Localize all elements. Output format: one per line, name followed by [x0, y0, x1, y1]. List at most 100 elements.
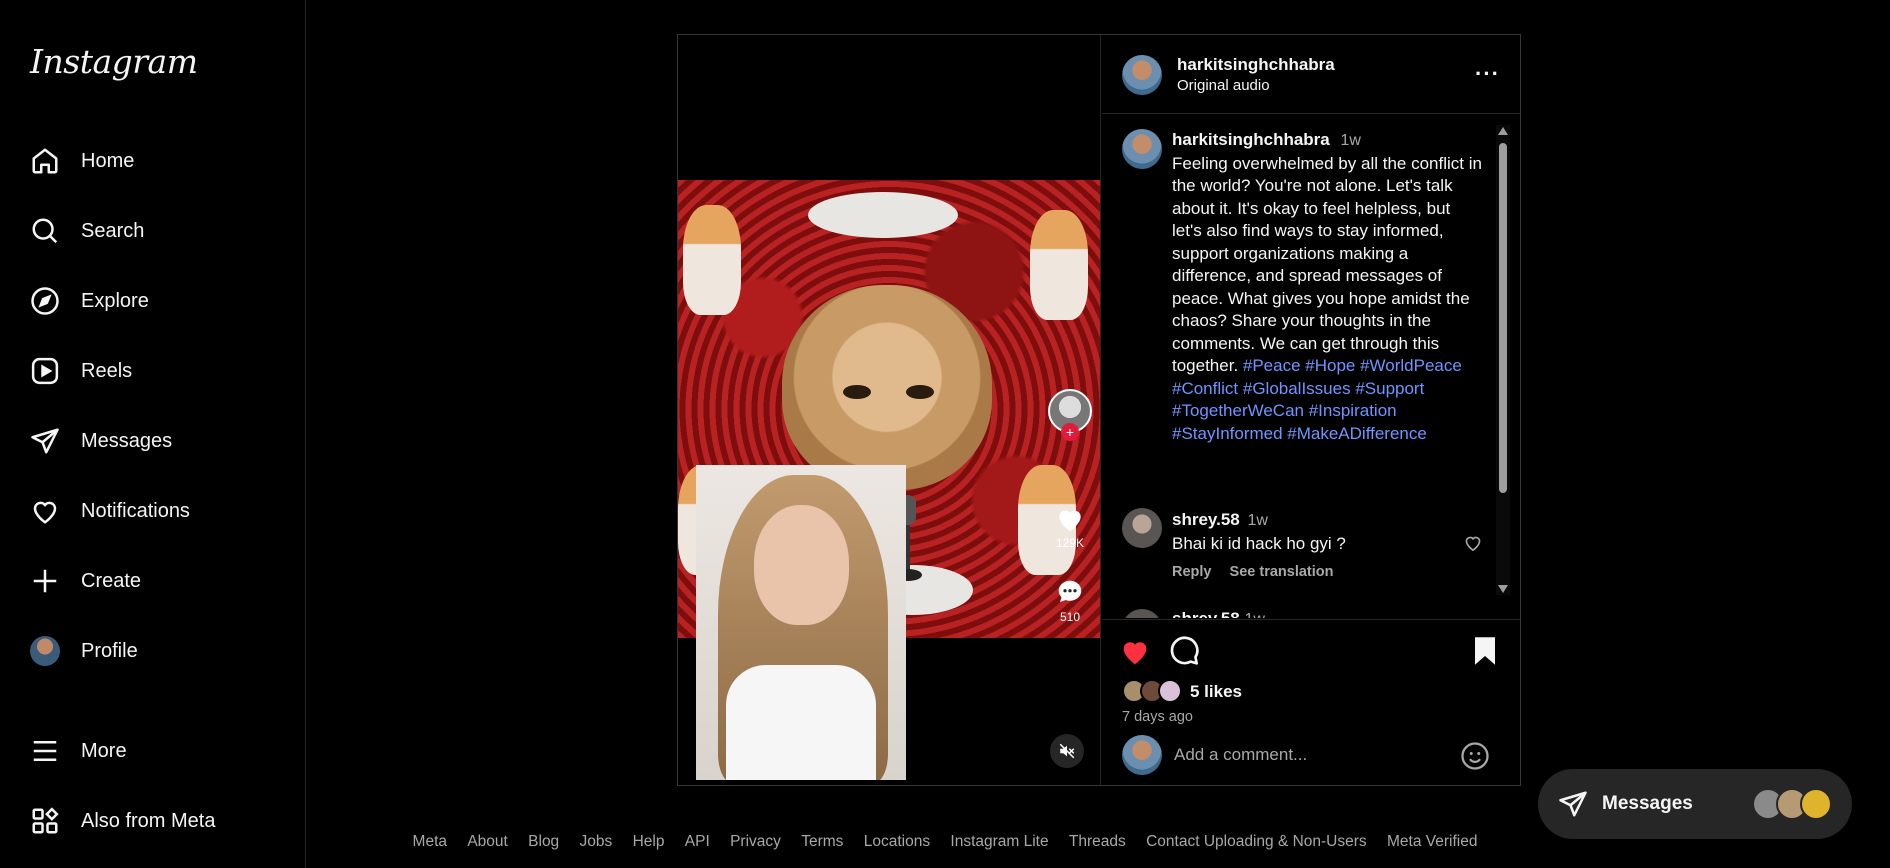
author-username[interactable]: harkitsinghchhabra	[1177, 55, 1335, 75]
sidebar-item-label: Create	[81, 569, 142, 592]
sidebar-item-profile[interactable]: Profile	[28, 626, 288, 676]
compass-icon	[28, 284, 62, 318]
comment-username[interactable]: shrey.58	[1172, 510, 1240, 529]
audio-label[interactable]: Original audio	[1177, 77, 1270, 94]
comment-like-icon[interactable]	[1463, 533, 1483, 551]
post-header: harkitsinghchhabra Original audio ···	[1102, 35, 1520, 114]
scroll-down-icon[interactable]	[1498, 585, 1508, 593]
message-avatars	[1752, 788, 1832, 820]
comment-bubble-icon	[1058, 580, 1082, 602]
comment-username[interactable]: shrey.58	[1172, 609, 1240, 618]
sidebar-item-home[interactable]: Home	[28, 136, 288, 186]
comment-time: 1w	[1247, 512, 1268, 529]
comment-input[interactable]	[1172, 741, 1452, 769]
search-icon	[28, 214, 62, 248]
commenter-avatar[interactable]	[1122, 508, 1162, 548]
footer-link-terms[interactable]: Terms	[801, 833, 843, 850]
cat-face	[782, 285, 992, 490]
instagram-logo[interactable]: Instagram	[30, 42, 198, 81]
footer-link-meta-verified[interactable]: Meta Verified	[1387, 833, 1477, 850]
cat-eye	[843, 385, 871, 399]
sidebar-item-notifications[interactable]: Notifications	[28, 486, 288, 536]
author-avatar[interactable]	[1122, 55, 1162, 95]
sidebar-item-label: Also from Meta	[81, 809, 216, 832]
avatar	[30, 636, 60, 666]
sidebar-item-more[interactable]: More	[28, 726, 288, 776]
avatar	[1800, 788, 1832, 820]
see-translation-button[interactable]: See translation	[1230, 564, 1334, 580]
comments-scrollbar[interactable]	[1496, 125, 1510, 595]
post-details: harkitsinghchhabra Original audio ··· ha…	[1102, 35, 1520, 785]
footer-link-blog[interactable]: Blog	[528, 833, 559, 850]
commenter-avatar[interactable]	[1122, 609, 1162, 618]
author-avatar[interactable]	[1122, 129, 1162, 169]
sidebar-item-label: Profile	[81, 639, 138, 662]
sidebar-item-create[interactable]: Create	[28, 556, 288, 606]
avatar	[1158, 679, 1182, 703]
cat-sticker	[1030, 210, 1088, 320]
sidebar-item-reels[interactable]: Reels	[28, 346, 288, 396]
likes-count[interactable]: 5 likes	[1190, 682, 1242, 702]
creator-face	[754, 505, 849, 625]
cat-sticker	[683, 205, 741, 315]
footer-link-privacy[interactable]: Privacy	[730, 833, 781, 850]
reel-media[interactable]: + 129K 510	[678, 35, 1101, 785]
comment-icon[interactable]	[1168, 634, 1200, 666]
follow-plus-icon[interactable]: +	[1061, 423, 1079, 441]
scroll-up-icon[interactable]	[1498, 127, 1508, 135]
sidebar-item-label: Search	[81, 219, 145, 242]
sidebar-item-label: Reels	[81, 359, 133, 382]
reel-creator-avatar[interactable]: +	[1048, 389, 1092, 441]
hamburger-icon	[28, 734, 62, 768]
comments-panel[interactable]: harkitsinghchhabra 1w Feeling overwhelme…	[1102, 115, 1520, 618]
emoji-icon[interactable]	[1460, 741, 1490, 771]
footer-link-help[interactable]: Help	[633, 833, 665, 850]
footer-link-instagram-lite[interactable]: Instagram Lite	[950, 833, 1048, 850]
comment-time: 1w	[1244, 611, 1264, 618]
sidebar-item-search[interactable]: Search	[28, 206, 288, 256]
heart-icon	[28, 494, 62, 528]
messages-pill[interactable]: Messages	[1538, 769, 1852, 839]
reel-like[interactable]: 129K	[1048, 503, 1092, 550]
speaker-muted-icon	[1059, 743, 1075, 759]
footer-link-about[interactable]: About	[467, 833, 508, 850]
sidebar: Instagram Home Search Explore Reels Mess…	[0, 0, 306, 868]
liked-heart-icon[interactable]	[1118, 634, 1152, 666]
paper-plane-icon	[1559, 791, 1587, 817]
post-date[interactable]: 7 days ago	[1122, 709, 1193, 725]
reel-comment[interactable]: 510	[1048, 577, 1092, 624]
comment: shrey.58 1w Bhai ki id hack ho gyi ?	[1172, 508, 1346, 555]
footer-link-meta[interactable]: Meta	[413, 833, 447, 850]
plus-icon	[28, 564, 62, 598]
scroll-thumb[interactable]	[1499, 143, 1507, 493]
paper-plane-icon	[28, 424, 62, 458]
mute-button[interactable]	[1050, 734, 1084, 768]
home-icon	[28, 144, 62, 178]
post-modal: + 129K 510 harkitsinghchhabra Original a…	[677, 34, 1521, 786]
add-comment-bar	[1102, 735, 1520, 785]
cat-eye	[906, 385, 934, 399]
sidebar-item-label: Explore	[81, 289, 149, 312]
bookmark-icon[interactable]	[1472, 636, 1498, 666]
footer-link-jobs[interactable]: Jobs	[580, 833, 613, 850]
footer-link-locations[interactable]: Locations	[864, 833, 930, 850]
footer-link-contact-uploading[interactable]: Contact Uploading & Non-Users	[1146, 833, 1367, 850]
liker-avatars	[1122, 679, 1182, 705]
bowl-sticker	[808, 192, 958, 238]
sidebar-item-label: More	[81, 739, 127, 762]
sidebar-item-label: Home	[81, 149, 135, 172]
sidebar-item-label: Notifications	[81, 499, 190, 522]
post-actions: 5 likes 7 days ago	[1102, 619, 1520, 734]
messages-pill-label: Messages	[1602, 793, 1693, 814]
sidebar-item-messages[interactable]: Messages	[28, 416, 288, 466]
caption-username[interactable]: harkitsinghchhabra	[1172, 130, 1330, 149]
sidebar-item-explore[interactable]: Explore	[28, 276, 288, 326]
sidebar-item-label: Messages	[81, 429, 173, 452]
reply-button[interactable]: Reply	[1172, 564, 1212, 580]
more-options-icon[interactable]: ···	[1475, 61, 1500, 87]
footer-link-threads[interactable]: Threads	[1069, 833, 1126, 850]
caption-text: Feeling overwhelmed by all the conflict …	[1172, 153, 1482, 376]
reel-comment-count: 510	[1059, 610, 1081, 624]
footer-link-api[interactable]: API	[685, 833, 710, 850]
creator-pip-video	[696, 465, 906, 780]
